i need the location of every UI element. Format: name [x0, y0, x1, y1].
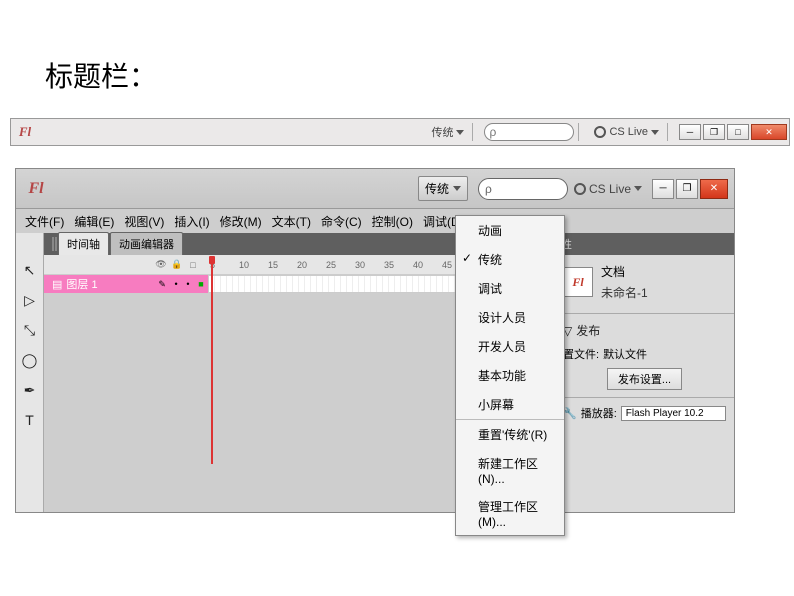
menu-commands[interactable]: 命令(C) — [316, 211, 367, 232]
chevron-down-icon — [456, 130, 464, 135]
player-label: 播放器: — [581, 405, 617, 421]
menu-insert[interactable]: 插入(I) — [169, 211, 214, 232]
ws-reset[interactable]: 重置'传统'(R) — [456, 419, 564, 449]
ws-new[interactable]: 新建工作区(N)... — [456, 449, 564, 492]
playhead[interactable] — [209, 256, 215, 296]
doc-type-label: 文档 — [601, 263, 648, 280]
config-value: 默认文件 — [603, 346, 647, 362]
menubar: 文件(F) 编辑(E) 视图(V) 插入(I) 修改(M) 文本(T) 命令(C… — [16, 209, 734, 233]
topbar-small: Fl 传统 ρ CS Live ─ ❐ □ ✕ — [10, 118, 790, 146]
workspace-dropdown[interactable]: 传统 — [418, 176, 468, 201]
config-label: 置文件: — [563, 346, 599, 362]
ws-item-classic[interactable]: 传统 — [456, 245, 564, 274]
window-controls-small: ─ ❐ □ ✕ — [679, 124, 787, 140]
free-transform-tool-icon[interactable]: ⤡ — [21, 321, 39, 339]
ws-item-debug[interactable]: 调试 — [456, 274, 564, 303]
menu-edit[interactable]: 编辑(E) — [69, 211, 119, 232]
player-select[interactable]: Flash Player 10.2 — [621, 406, 726, 421]
grip-icon[interactable] — [48, 233, 58, 255]
doc-name: 未命名-1 — [601, 284, 648, 301]
pencil-icon: ✎ — [158, 279, 166, 290]
main-window: Fl 传统 ρ CS Live ─ ❐ ✕ 文件(F) 编辑(E) 视图(V) … — [15, 168, 735, 513]
layer-controls: ✎ •• ■ — [154, 275, 208, 293]
menu-file[interactable]: 文件(F) — [20, 211, 69, 232]
minimize-button[interactable]: ─ — [679, 124, 701, 140]
document-icon: Fl — [563, 267, 593, 297]
outline-color-icon[interactable]: ■ — [198, 279, 203, 289]
workspace-label: 传统 — [425, 180, 449, 197]
minimize-button[interactable]: ─ — [652, 179, 674, 199]
close-button[interactable]: ✕ — [700, 179, 728, 199]
chevron-down-icon — [453, 186, 461, 191]
subselection-tool-icon[interactable]: ▷ — [21, 291, 39, 309]
maximize-button[interactable]: □ — [727, 124, 749, 140]
ws-item-designer[interactable]: 设计人员 — [456, 303, 564, 332]
app-logo-icon: Fl — [15, 122, 35, 142]
publish-section-label: 发布 — [576, 322, 600, 339]
menu-text[interactable]: 文本(T) — [267, 211, 316, 232]
selection-tool-icon[interactable]: ↖ — [21, 261, 39, 279]
search-icon: ρ — [485, 182, 492, 196]
menu-view[interactable]: 视图(V) — [119, 211, 169, 232]
layer-name[interactable]: ▤图层 1 — [44, 275, 154, 293]
tab-timeline[interactable]: 时间轴 — [58, 232, 109, 255]
ws-item-smallscreen[interactable]: 小屏幕 — [456, 390, 564, 419]
ws-item-essentials[interactable]: 基本功能 — [456, 361, 564, 390]
properties-tab[interactable]: 性 — [555, 233, 734, 255]
restore-button[interactable]: ❐ — [676, 179, 698, 199]
tab-motion-editor[interactable]: 动画编辑器 — [110, 232, 183, 255]
titlebar: Fl 传统 ρ CS Live ─ ❐ ✕ — [16, 169, 734, 209]
text-tool-icon[interactable]: T — [21, 411, 39, 429]
layer-icon: ▤ — [52, 278, 62, 291]
toolbox: ↖ ▷ ⤡ ◯ ✒ T — [16, 233, 44, 512]
chevron-down-icon — [651, 130, 659, 135]
workspace-dropdown-small[interactable]: 传统 — [427, 122, 468, 142]
close-button[interactable]: ✕ — [751, 124, 787, 140]
ws-item-animation[interactable]: 动画 — [456, 216, 564, 245]
lock-icon[interactable]: 🔒 — [170, 259, 184, 270]
ws-manage[interactable]: 管理工作区(M)... — [456, 492, 564, 535]
search-input[interactable]: ρ — [478, 178, 568, 200]
properties-panel: 性 Fl 文档 未命名-1 ▽发布 置文件:默认文件 发布设置... 🔧 播放器… — [554, 233, 734, 512]
player-wrench-icon[interactable]: 🔧 — [563, 407, 577, 420]
menu-control[interactable]: 控制(O) — [367, 211, 418, 232]
restore-button[interactable]: ❐ — [703, 124, 725, 140]
outline-icon[interactable]: □ — [186, 260, 200, 270]
page-title: 标题栏： — [45, 55, 157, 95]
cslive-icon — [574, 183, 586, 195]
lasso-tool-icon[interactable]: ◯ — [21, 351, 39, 369]
window-controls: ─ ❐ ✕ — [652, 179, 728, 199]
app-logo-icon: Fl — [26, 179, 46, 199]
publish-settings-button[interactable]: 发布设置... — [607, 368, 682, 390]
search-input-small[interactable]: ρ — [484, 123, 574, 141]
workspace-label: 传统 — [431, 124, 453, 140]
chevron-down-icon — [634, 186, 642, 191]
workspace-menu: 动画 传统 调试 设计人员 开发人员 基本功能 小屏幕 重置'传统'(R) 新建… — [455, 215, 565, 536]
search-icon: ρ — [489, 125, 496, 139]
eye-icon[interactable]: 👁 — [154, 259, 168, 270]
cslive-button[interactable]: CS Live — [574, 182, 642, 196]
cslive-button-small[interactable]: CS Live — [594, 126, 659, 138]
pen-tool-icon[interactable]: ✒ — [21, 381, 39, 399]
ws-item-developer[interactable]: 开发人员 — [456, 332, 564, 361]
cslive-icon — [594, 126, 606, 138]
menu-modify[interactable]: 修改(M) — [215, 211, 267, 232]
